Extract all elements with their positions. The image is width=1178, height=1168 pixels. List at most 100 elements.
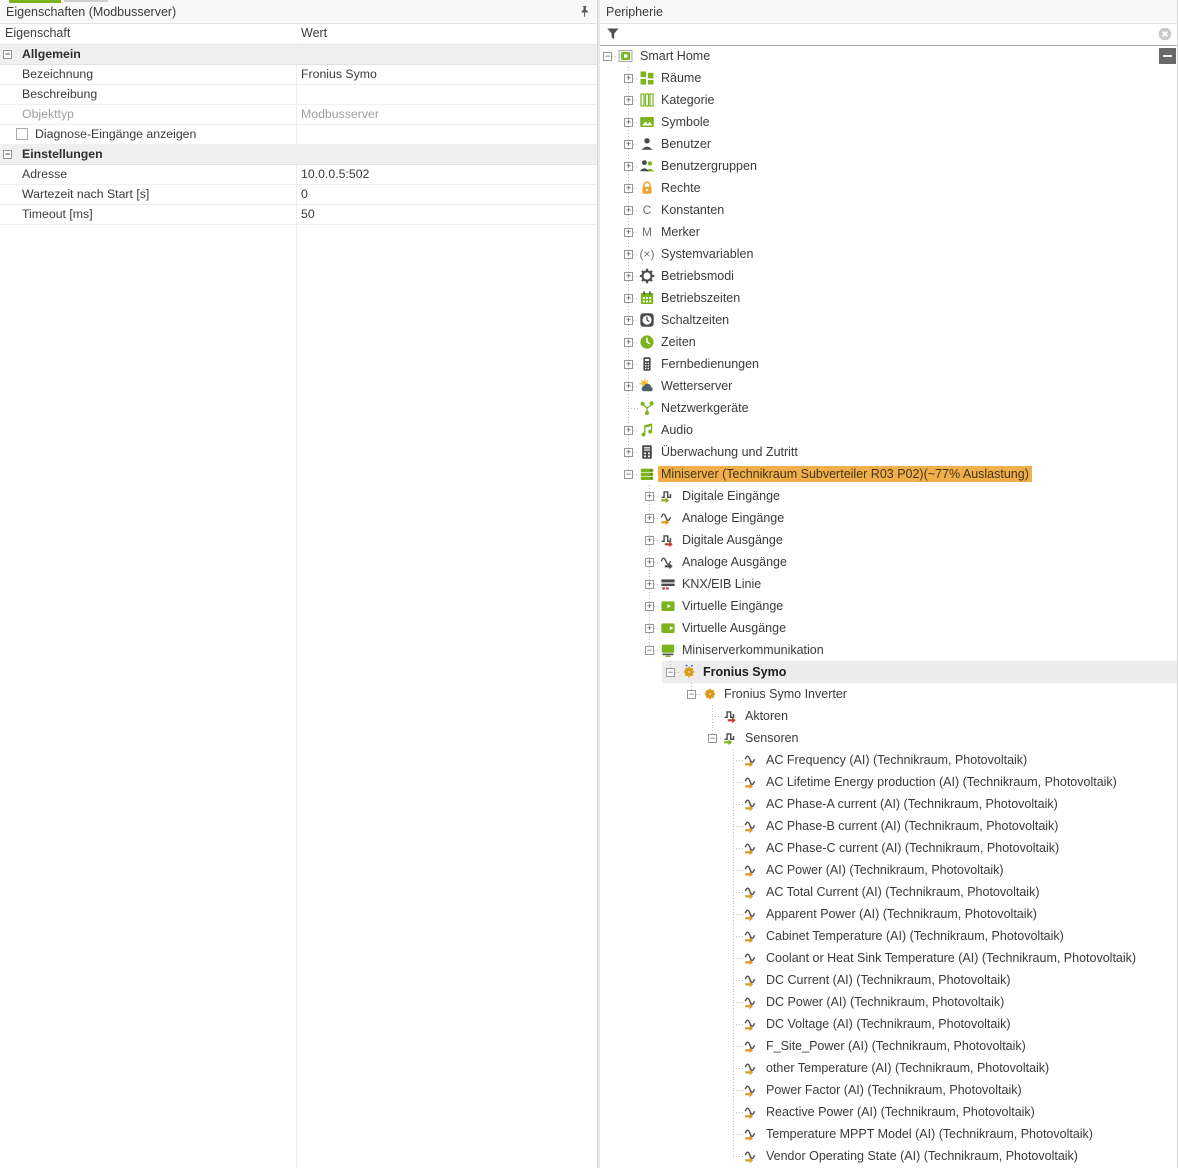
tree-item-schaltzeiten[interactable]: + Schaltzeiten (600, 309, 1177, 331)
tree-item-label[interactable]: Rechte (661, 180, 701, 196)
expand-box[interactable]: + (624, 140, 633, 149)
tree-item-ac-power-ai-technikraum-photovoltaik[interactable]: AC Power (AI) (Technikraum, Photovoltaik… (600, 859, 1177, 881)
tree-item-label[interactable]: Netzwerkgeräte (661, 400, 749, 416)
section-collapse-box[interactable]: − (3, 150, 12, 159)
tree-item-label[interactable]: KNX/EIB Linie (682, 576, 761, 592)
tree-item-wetterserver[interactable]: + Wetterserver (600, 375, 1177, 397)
tree-item-knx-eib-linie[interactable]: + KNX/EIB Linie (600, 573, 1177, 595)
expand-box[interactable]: + (624, 338, 633, 347)
tree-item-label[interactable]: Merker (661, 224, 700, 240)
expand-box[interactable]: + (645, 536, 654, 545)
property-value[interactable]: 50 (301, 207, 315, 221)
expand-box[interactable]: + (645, 514, 654, 523)
tree-item-fronius-symo-inverter[interactable]: − Fronius Symo Inverter (600, 683, 1177, 705)
tree-item-label[interactable]: Temperature MPPT Model (AI) (Technikraum… (766, 1126, 1093, 1142)
expand-box[interactable]: + (624, 294, 633, 303)
tree-item-label[interactable]: other Temperature (AI) (Technikraum, Pho… (766, 1060, 1049, 1076)
tree-item-dc-voltage-ai-technikraum-photovoltaik[interactable]: DC Voltage (AI) (Technikraum, Photovolta… (600, 1013, 1177, 1035)
expand-box[interactable]: + (645, 558, 654, 567)
tree-item-smart-home[interactable]: − Smart Home (600, 45, 1177, 67)
tree-item-label[interactable]: Miniserver (Technikraum Subverteiler R03… (658, 466, 1032, 482)
tree-item-label[interactable]: Reactive Power (AI) (Technikraum, Photov… (766, 1104, 1035, 1120)
tree-item-label[interactable]: AC Phase-C current (AI) (Technikraum, Ph… (766, 840, 1059, 856)
tree-item-other-temperature-ai-technikraum-photovo[interactable]: other Temperature (AI) (Technikraum, Pho… (600, 1057, 1177, 1079)
tree-item-benutzergruppen[interactable]: + Benutzergruppen (600, 155, 1177, 177)
tree-item-label[interactable]: Vendor Operating State (AI) (Technikraum… (766, 1148, 1078, 1164)
expand-box[interactable]: + (624, 360, 633, 369)
collapse-box[interactable]: − (687, 690, 696, 699)
tree-item-label[interactable]: Fronius Symo Inverter (724, 686, 847, 702)
tree-item-virtuelle-ausg-nge[interactable]: + Virtuelle Ausgänge (600, 617, 1177, 639)
tree-item-reactive-power-ai-technikraum-photovolta[interactable]: Reactive Power (AI) (Technikraum, Photov… (600, 1101, 1177, 1123)
expand-box[interactable]: + (624, 382, 633, 391)
expand-box[interactable]: + (645, 624, 654, 633)
expand-box[interactable]: + (624, 206, 633, 215)
property-value[interactable]: Modbusserver (301, 107, 379, 121)
tree-item-sensoren[interactable]: − Sensoren (600, 727, 1177, 749)
tree-item-label[interactable]: Wetterserver (661, 378, 732, 394)
collapse-box[interactable]: − (645, 646, 654, 655)
filter-input[interactable] (622, 24, 1155, 45)
property-value[interactable]: Fronius Symo (301, 67, 377, 81)
tree-item-label[interactable]: AC Total Current (AI) (Technikraum, Phot… (766, 884, 1039, 900)
expand-box[interactable]: + (624, 448, 633, 457)
tree-item-label[interactable]: DC Voltage (AI) (Technikraum, Photovolta… (766, 1016, 1011, 1032)
tree-item-label[interactable]: Miniserverkommunikation (682, 642, 824, 658)
tree-item-label[interactable]: DC Current (AI) (Technikraum, Photovolta… (766, 972, 1011, 988)
tree-item-digitale-eing-nge[interactable]: + Digitale Eingänge (600, 485, 1177, 507)
expand-box[interactable]: + (624, 228, 633, 237)
expand-box[interactable]: + (624, 74, 633, 83)
tree-item-label[interactable]: AC Power (AI) (Technikraum, Photovoltaik… (766, 862, 1004, 878)
tree-item-label[interactable]: Power Factor (AI) (Technikraum, Photovol… (766, 1082, 1022, 1098)
tree-item-label[interactable]: DC Power (AI) (Technikraum, Photovoltaik… (766, 994, 1004, 1010)
tree-item-dc-power-ai-technikraum-photovoltaik[interactable]: DC Power (AI) (Technikraum, Photovoltaik… (600, 991, 1177, 1013)
tree-item-label[interactable]: Virtuelle Eingänge (682, 598, 783, 614)
section-collapse-box[interactable]: − (3, 50, 12, 59)
expand-box[interactable]: + (645, 492, 654, 501)
tree-item-label[interactable]: AC Phase-B current (AI) (Technikraum, Ph… (766, 818, 1058, 834)
tree-item-label[interactable]: Digitale Eingänge (682, 488, 780, 504)
tree-item-zeiten[interactable]: + Zeiten (600, 331, 1177, 353)
tree-item-coolant-or-heat-sink-temperature-ai-tech[interactable]: Coolant or Heat Sink Temperature (AI) (T… (600, 947, 1177, 969)
tree-item-berwachung-und-zutritt[interactable]: + Überwachung und Zutritt (600, 441, 1177, 463)
tree-item-apparent-power-ai-technikraum-photovolta[interactable]: Apparent Power (AI) (Technikraum, Photov… (600, 903, 1177, 925)
tree-item-label[interactable]: Apparent Power (AI) (Technikraum, Photov… (766, 906, 1037, 922)
tree-item-label[interactable]: Betriebsmodi (661, 268, 734, 284)
tree-item-betriebsmodi[interactable]: + Betriebsmodi (600, 265, 1177, 287)
tree-item-miniserverkommunikation[interactable]: − Miniserverkommunikation (600, 639, 1177, 661)
property-section-row[interactable]: − Allgemein (0, 45, 597, 65)
tree-item-dc-current-ai-technikraum-photovoltaik[interactable]: DC Current (AI) (Technikraum, Photovolta… (600, 969, 1177, 991)
tree-item-temperature-mppt-model-ai-technikraum-ph[interactable]: Temperature MPPT Model (AI) (Technikraum… (600, 1123, 1177, 1145)
tree-item-ac-phase-b-current-ai-technikraum-photov[interactable]: AC Phase-B current (AI) (Technikraum, Ph… (600, 815, 1177, 837)
tree-item-f-site-power-ai-technikraum-photovoltaik[interactable]: F_Site_Power (AI) (Technikraum, Photovol… (600, 1035, 1177, 1057)
tree-item-label[interactable]: Konstanten (661, 202, 724, 218)
tree-item-label[interactable]: Audio (661, 422, 693, 438)
tree-item-ac-lifetime-energy-production-ai-technik[interactable]: AC Lifetime Energy production (AI) (Tech… (600, 771, 1177, 793)
tree-item-label[interactable]: Räume (661, 70, 701, 86)
expand-box[interactable]: + (645, 580, 654, 589)
tree-item-ac-phase-c-current-ai-technikraum-photov[interactable]: AC Phase-C current (AI) (Technikraum, Ph… (600, 837, 1177, 859)
tree-item-aktoren[interactable]: Aktoren (600, 705, 1177, 727)
collapse-box[interactable]: − (666, 668, 675, 677)
tree-item-ac-phase-a-current-ai-technikraum-photov[interactable]: AC Phase-A current (AI) (Technikraum, Ph… (600, 793, 1177, 815)
tree-item-power-factor-ai-technikraum-photovoltaik[interactable]: Power Factor (AI) (Technikraum, Photovol… (600, 1079, 1177, 1101)
collapse-all-button[interactable] (1159, 48, 1176, 64)
tree-item-label[interactable]: F_Site_Power (AI) (Technikraum, Photovol… (766, 1038, 1026, 1054)
tree-item-label[interactable]: Fernbedienungen (661, 356, 759, 372)
tree-item-analoge-ausg-nge[interactable]: + Analoge Ausgänge (600, 551, 1177, 573)
tree-item-label[interactable]: AC Phase-A current (AI) (Technikraum, Ph… (766, 796, 1058, 812)
tree-item-label[interactable]: Überwachung und Zutritt (661, 444, 798, 460)
tree-item-fronius-symo[interactable]: − Fronius Symo (600, 661, 1177, 683)
collapse-box[interactable]: − (603, 52, 612, 61)
tree-item-label[interactable]: Digitale Ausgänge (682, 532, 783, 548)
tree-item-analoge-eing-nge[interactable]: + Analoge Eingänge (600, 507, 1177, 529)
tree-item-label[interactable]: Aktoren (745, 708, 788, 724)
property-value[interactable]: 10.0.0.5:502 (301, 167, 369, 181)
tree-item-vendor-operating-state-ai-technikraum-ph[interactable]: Vendor Operating State (AI) (Technikraum… (600, 1145, 1177, 1167)
tree-item-label[interactable]: AC Lifetime Energy production (AI) (Tech… (766, 774, 1117, 790)
tree-item-symbole[interactable]: + Symbole (600, 111, 1177, 133)
expand-box[interactable]: + (624, 162, 633, 171)
expand-box[interactable]: + (624, 316, 633, 325)
tree-item-betriebszeiten[interactable]: + Betriebszeiten (600, 287, 1177, 309)
tree-item-label[interactable]: Sensoren (745, 730, 799, 746)
